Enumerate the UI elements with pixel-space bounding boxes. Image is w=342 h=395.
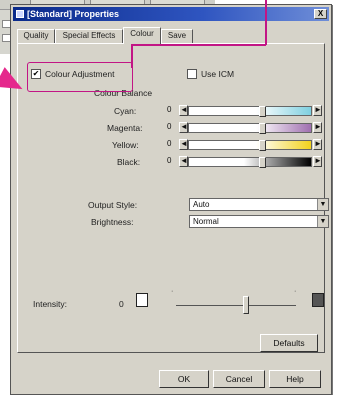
colour-adjustment-highlight [27, 62, 133, 92]
callout-line-up [265, 0, 267, 45]
brightness-value: Normal [193, 217, 219, 226]
brightness-select[interactable]: Normal ▼ [189, 215, 329, 228]
magenta-slider-row: 0 ◄ ► [111, 122, 322, 134]
close-button[interactable]: X [314, 9, 327, 19]
intensity-slider-track[interactable] [176, 305, 296, 306]
chevron-down-icon[interactable]: ▼ [317, 216, 328, 227]
cancel-button[interactable]: Cancel [213, 370, 265, 388]
intensity-label: Intensity: [33, 299, 68, 309]
magenta-increment-button[interactable]: ► [313, 122, 322, 133]
magenta-slider-thumb[interactable] [259, 123, 266, 134]
use-icm-label: Use ICM [201, 69, 235, 79]
magenta-slider-track[interactable] [188, 123, 312, 134]
output-style-select[interactable]: Auto ▼ [189, 198, 329, 211]
intensity-min-mark: · [171, 288, 174, 295]
black-slider-track[interactable] [188, 157, 312, 168]
yellow-increment-button[interactable]: ► [313, 139, 322, 150]
defaults-button[interactable]: Defaults [260, 334, 318, 352]
cyan-value: 0 [167, 105, 172, 114]
black-value: 0 [167, 156, 172, 165]
tab-special-effects[interactable]: Special Effects [55, 29, 123, 43]
intensity-max-mark: · [294, 288, 297, 295]
black-slider-row: 0 ◄ ► [111, 156, 322, 168]
low-intensity-icon[interactable] [136, 293, 148, 307]
intensity-slider-thumb[interactable] [243, 296, 249, 314]
output-style-value: Auto [193, 200, 210, 209]
black-slider-thumb[interactable] [259, 157, 266, 168]
black-increment-button[interactable]: ► [313, 156, 322, 167]
black-decrement-button[interactable]: ◄ [179, 156, 188, 167]
tab-quality[interactable]: Quality [17, 29, 55, 43]
cyan-slider-track[interactable] [188, 106, 312, 117]
yellow-decrement-button[interactable]: ◄ [179, 139, 188, 150]
cyan-increment-button[interactable]: ► [313, 105, 322, 116]
tab-save[interactable]: Save [161, 29, 193, 43]
yellow-slider-track[interactable] [188, 140, 312, 151]
cyan-slider-row: 0 ◄ ► [111, 105, 322, 117]
yellow-slider-row: 0 ◄ ► [111, 139, 322, 151]
tab-colour[interactable]: Colour [123, 27, 161, 44]
chevron-down-icon[interactable]: ▼ [317, 199, 328, 210]
magenta-decrement-button[interactable]: ◄ [179, 122, 188, 133]
output-style-label: Output Style: [88, 200, 138, 210]
ok-button[interactable]: OK [159, 370, 209, 388]
callout-line-horizontal [131, 44, 266, 46]
help-button[interactable]: Help [269, 370, 321, 388]
high-intensity-icon[interactable] [312, 293, 324, 307]
yellow-slider-thumb[interactable] [259, 140, 266, 151]
title-bar[interactable]: [Standard] Properties X [13, 7, 329, 21]
intensity-value: 0 [119, 299, 124, 309]
cyan-decrement-button[interactable]: ◄ [179, 105, 188, 116]
use-icm-checkbox[interactable] [187, 69, 197, 79]
magenta-value: 0 [167, 122, 172, 131]
callout-line-vertical [131, 44, 133, 68]
printer-icon [16, 10, 24, 18]
yellow-value: 0 [167, 139, 172, 148]
cyan-slider-thumb[interactable] [259, 106, 266, 117]
dialog-title: [Standard] Properties [27, 9, 120, 19]
brightness-label: Brightness: [91, 217, 134, 227]
